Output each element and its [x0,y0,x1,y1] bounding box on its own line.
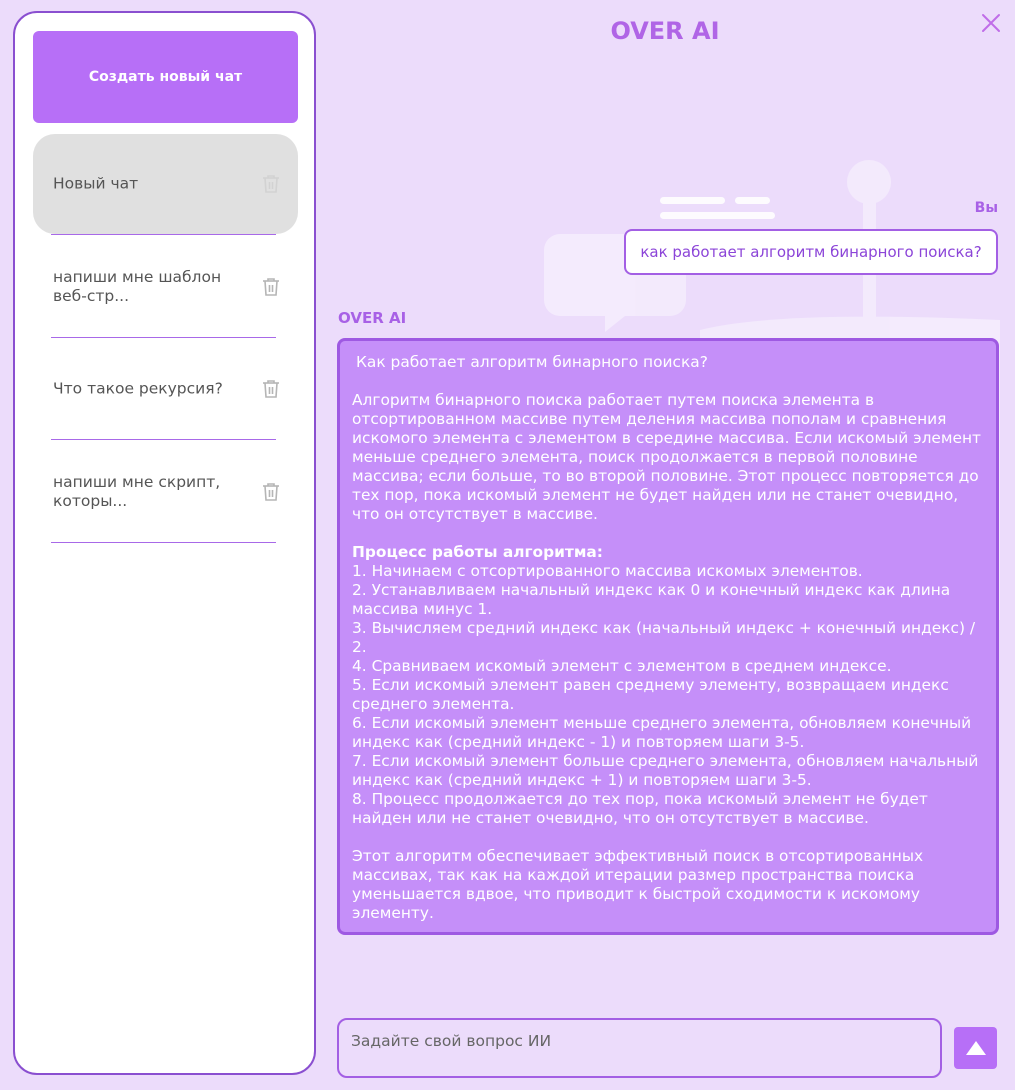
close-icon[interactable] [980,12,1002,34]
trash-icon[interactable] [262,174,280,194]
ai-message-heading: Как работает алгоритм бинарного поиска? [356,353,708,371]
chat-item-label: Новый чат [53,174,139,193]
ai-message-step: 8. Процесс продолжается до тех пор, пока… [352,790,928,827]
chat-divider [51,234,276,235]
ai-message-steps-title: Процесс работы алгоритма: [352,543,603,561]
chat-list-item[interactable]: Что такое рекурсия? [33,339,298,440]
user-message: как работает алгоритм бинарного поиска? [624,229,998,275]
sidebar: Создать новый чат Новый чат напиши мне ш… [13,11,316,1075]
ai-message-step: 4. Сравниваем искомый элемент с элементо… [352,657,892,675]
chat-divider [51,337,276,338]
chat-item-label: напиши мне скрипт, которы... [53,473,221,510]
trash-icon[interactable] [262,277,280,297]
trash-icon[interactable] [262,482,280,502]
chat-list-item[interactable]: напиши мне шаблон веб-стр... [33,237,298,338]
ai-message-step: 1. Начинаем с отсортированного массива и… [352,562,863,580]
chat-item-label: напиши мне шаблон веб-стр... [53,268,222,305]
ai-message-step: 7. Если искомый элемент больше среднего … [352,752,979,789]
app-title: OVER AI [610,17,720,45]
chat-divider [51,542,276,543]
ai-message-step: 2. Устанавливаем начальный индекс как 0 … [352,581,951,618]
ai-message-step: 3. Вычисляем средний индекс как (начальн… [352,619,976,656]
chat-item-label: Что такое рекурсия? [53,379,223,398]
question-input[interactable] [337,1018,942,1078]
user-sender-label: Вы [974,200,998,216]
ai-message-step: 6. Если искомый элемент меньше среднего … [352,714,972,751]
new-chat-button[interactable]: Создать новый чат [33,31,298,123]
chat-divider [51,439,276,440]
ai-message-conclusion: Этот алгоритм обеспечивает эффективный п… [352,847,924,922]
send-button[interactable] [954,1027,997,1069]
ai-message: Как работает алгоритм бинарного поиска? … [337,338,999,935]
ai-message-intro: Алгоритм бинарного поиска работает путем… [352,391,981,523]
arrow-up-icon [965,1041,986,1055]
chat-list-item[interactable]: Новый чат [33,134,298,235]
ai-sender-label: OVER AI [338,309,407,327]
trash-icon[interactable] [262,379,280,399]
ai-message-step: 5. Если искомый элемент равен среднему э… [352,676,949,713]
chat-list-item[interactable]: напиши мне скрипт, которы... [33,442,298,543]
